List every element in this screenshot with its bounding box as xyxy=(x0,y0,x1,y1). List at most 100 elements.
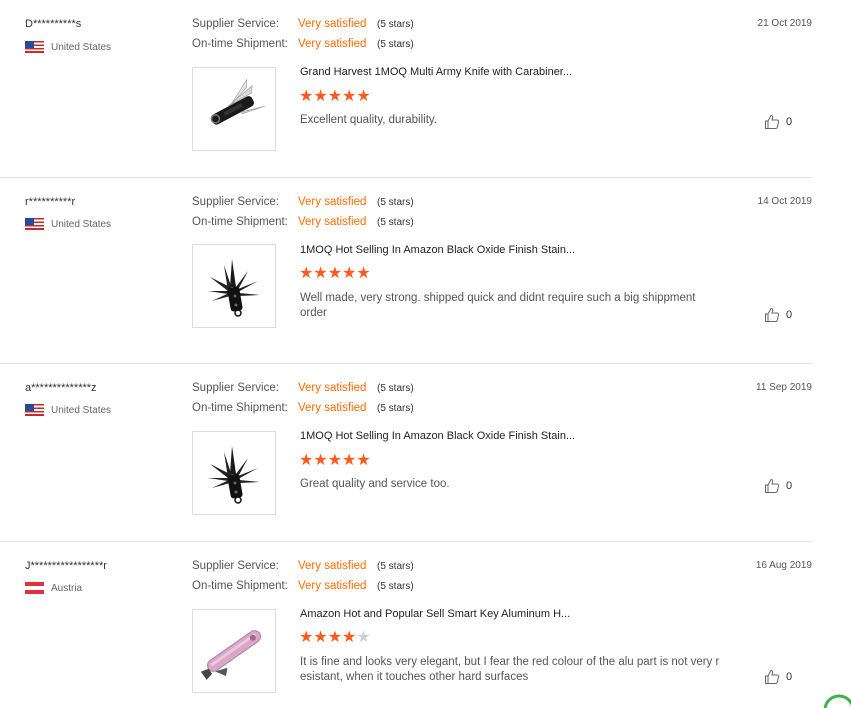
review-item: J*****************r Austria Supplier Ser… xyxy=(0,560,812,700)
supplier-service-label: Supplier Service: xyxy=(192,382,279,394)
supplier-service-rating: Very satisfied xyxy=(298,196,367,208)
rating-stars: ★★★★★ xyxy=(299,266,371,282)
review-date: 21 Oct 2019 xyxy=(757,18,812,29)
star-icon: ★ xyxy=(313,88,328,105)
country-label: Austria xyxy=(51,582,83,594)
review-comment: It is fine and looks very elegant, but I… xyxy=(300,656,720,683)
review-comment: Well made, very strong. shipped quick an… xyxy=(300,292,696,319)
review-comment: Excellent quality, durability. xyxy=(300,114,438,126)
star-icon: ★ xyxy=(327,452,343,469)
supplier-service-label: Supplier Service: xyxy=(192,560,279,572)
supplier-service-rating: Very satisfied xyxy=(298,382,367,394)
star-icon: ★ xyxy=(356,265,371,282)
ontime-shipment-label: On-time Shipment: xyxy=(192,216,288,228)
ontime-shipment-stars: (5 stars) xyxy=(377,581,414,592)
star-icon: ★ xyxy=(313,452,328,469)
rating-stars: ★★★★★ xyxy=(299,630,371,646)
star-icon: ★ xyxy=(299,265,314,282)
buyer-country: United States xyxy=(25,41,111,53)
like-button[interactable]: 0 xyxy=(764,114,792,130)
ontime-shipment-rating: Very satisfied xyxy=(298,580,367,592)
like-count: 0 xyxy=(786,309,793,321)
product-title-link[interactable]: 1MOQ Hot Selling In Amazon Black Oxide F… xyxy=(300,430,575,442)
supplier-service-label: Supplier Service: xyxy=(192,18,279,30)
country-label: United States xyxy=(51,218,112,230)
key-organizer-icon xyxy=(200,630,261,680)
us-flag-icon xyxy=(25,218,44,230)
supplier-service-stars: (5 stars) xyxy=(377,383,414,394)
buyer-name: r**********r xyxy=(25,196,76,208)
star-icon: ★ xyxy=(313,629,328,646)
ontime-shipment-rating: Very satisfied xyxy=(298,38,367,50)
ontime-shipment-row: On-time Shipment: Very satisfied (5 stars) xyxy=(192,216,414,228)
star-icon: ★ xyxy=(342,629,357,646)
buyer-name: J*****************r xyxy=(25,560,107,572)
supplier-service-label: Supplier Service: xyxy=(192,196,279,208)
ontime-shipment-label: On-time Shipment: xyxy=(192,580,288,592)
supplier-service-stars: (5 stars) xyxy=(377,197,414,208)
star-icon: ★ xyxy=(299,629,314,646)
supplier-service-row: Supplier Service: Very satisfied (5 stars) xyxy=(192,18,414,30)
buyer-country: United States xyxy=(25,218,111,230)
thumbs-up-icon xyxy=(765,307,780,322)
ontime-shipment-row: On-time Shipment: Very satisfied (5 stars) xyxy=(192,38,414,50)
supplier-service-rating: Very satisfied xyxy=(298,18,367,30)
star-icon: ★ xyxy=(356,88,371,105)
review-date: 11 Sep 2019 xyxy=(756,382,812,393)
buyer-country: United States xyxy=(25,404,111,416)
black-multi-tool-icon xyxy=(208,259,260,317)
review-item: a**************z United States Supplier … xyxy=(0,382,812,542)
star-icon: ★ xyxy=(327,629,343,646)
review-date: 14 Oct 2019 xyxy=(757,196,812,207)
supplier-service-stars: (5 stars) xyxy=(377,19,414,30)
star-icon: ★ xyxy=(327,265,343,282)
supplier-service-rating: Very satisfied xyxy=(298,560,367,572)
like-button[interactable]: 0 xyxy=(764,478,792,494)
star-empty-icon: ★ xyxy=(356,629,371,646)
multi-tool-knife-icon xyxy=(210,79,266,125)
product-thumbnail[interactable] xyxy=(192,609,276,693)
like-count: 0 xyxy=(786,671,793,683)
ontime-shipment-row: On-time Shipment: Very satisfied (5 stars) xyxy=(192,580,414,592)
ontime-shipment-label: On-time Shipment: xyxy=(192,38,288,50)
supplier-service-row: Supplier Service: Very satisfied (5 stars) xyxy=(192,560,414,572)
buyer-country: Austria xyxy=(25,582,82,594)
ontime-shipment-rating: Very satisfied xyxy=(298,216,367,228)
review-comment: Great quality and service too. xyxy=(300,478,450,490)
ontime-shipment-row: On-time Shipment: Very satisfied (5 stars) xyxy=(192,402,414,414)
star-icon: ★ xyxy=(299,88,314,105)
like-button[interactable]: 0 xyxy=(764,669,792,685)
buyer-name: a**************z xyxy=(25,382,97,394)
supplier-service-stars: (5 stars) xyxy=(377,561,414,572)
product-title-link[interactable]: Amazon Hot and Popular Sell Smart Key Al… xyxy=(300,608,570,620)
product-thumbnail[interactable] xyxy=(192,431,276,515)
rating-stars: ★★★★★ xyxy=(299,89,371,105)
ontime-shipment-label: On-time Shipment: xyxy=(192,402,288,414)
chat-widget-edge-icon[interactable] xyxy=(815,688,851,708)
review-item: D**********s United States Supplier Serv… xyxy=(0,18,812,178)
country-label: United States xyxy=(51,404,112,416)
star-icon: ★ xyxy=(342,452,357,469)
star-icon: ★ xyxy=(342,88,357,105)
austria-flag-icon xyxy=(25,582,44,594)
star-icon: ★ xyxy=(313,265,328,282)
like-count: 0 xyxy=(786,480,793,492)
product-title-link[interactable]: 1MOQ Hot Selling In Amazon Black Oxide F… xyxy=(300,244,575,256)
product-title-link[interactable]: Grand Harvest 1MOQ Multi Army Knife with… xyxy=(300,66,572,78)
ontime-shipment-stars: (5 stars) xyxy=(377,39,414,50)
thumbs-up-icon xyxy=(765,478,780,493)
star-icon: ★ xyxy=(327,88,343,105)
us-flag-icon xyxy=(25,41,44,53)
thumbs-up-icon xyxy=(765,114,780,129)
star-icon: ★ xyxy=(299,452,314,469)
product-thumbnail[interactable] xyxy=(192,244,276,328)
us-flag-icon xyxy=(25,404,44,416)
buyer-name: D**********s xyxy=(25,18,82,30)
star-icon: ★ xyxy=(342,265,357,282)
review-date: 16 Aug 2019 xyxy=(755,560,812,571)
rating-stars: ★★★★★ xyxy=(299,453,371,469)
like-button[interactable]: 0 xyxy=(764,307,792,323)
product-thumbnail[interactable] xyxy=(192,67,276,151)
review-item: r**********r United States Supplier Serv… xyxy=(0,196,812,364)
thumbs-up-icon xyxy=(765,669,780,684)
